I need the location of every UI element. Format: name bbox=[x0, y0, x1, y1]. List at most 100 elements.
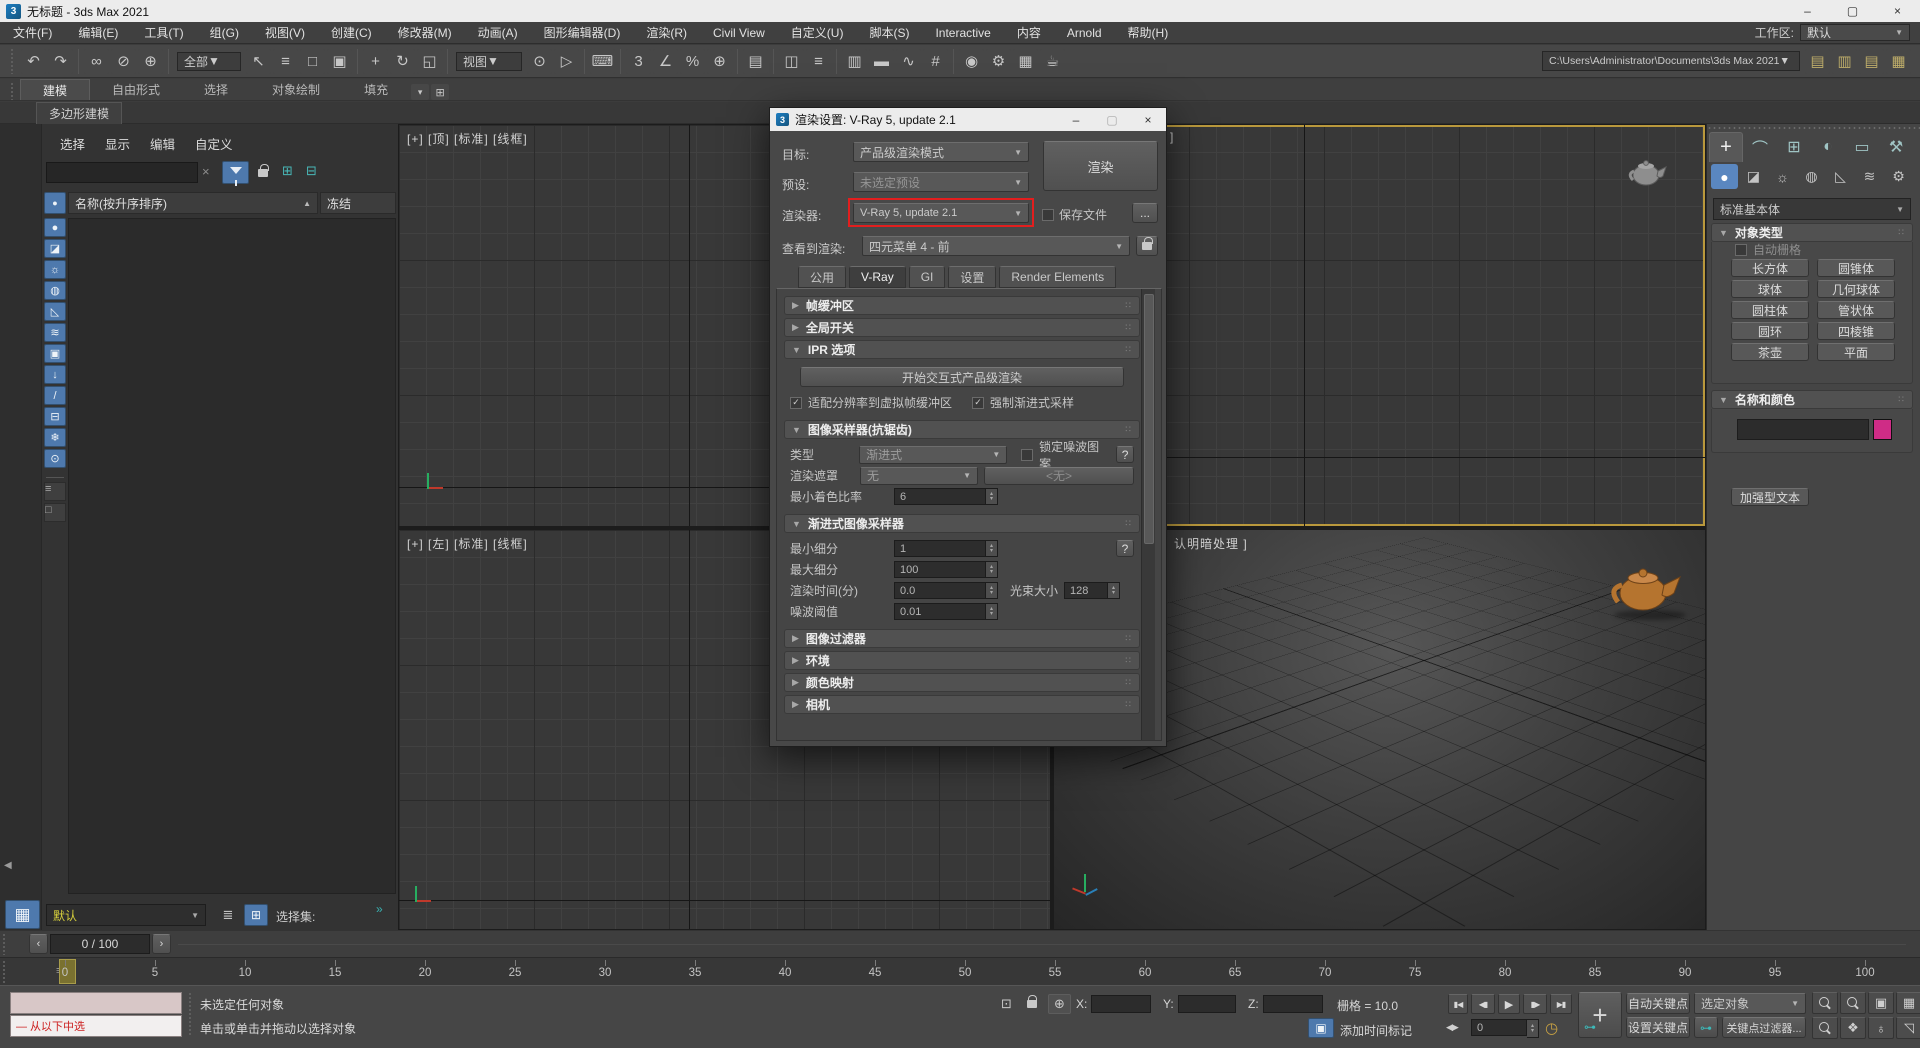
display-cameras-icon[interactable]: ◍ bbox=[44, 281, 66, 300]
track-bar-grip[interactable] bbox=[2, 960, 7, 983]
autogrid-checkbox[interactable]: 自动栅格 bbox=[1735, 241, 1801, 258]
menu-item[interactable]: 视图(V) bbox=[252, 22, 318, 44]
isolate-selection-icon[interactable]: ⊡ bbox=[995, 994, 1018, 1014]
zoom-all-icon[interactable] bbox=[1840, 992, 1866, 1014]
viewport-perspective-label[interactable]: 认明暗处理 ] bbox=[1174, 535, 1248, 552]
time-slider-track[interactable] bbox=[178, 944, 1906, 945]
menu-item[interactable]: 修改器(M) bbox=[385, 22, 465, 44]
use-pivot-point-center-icon[interactable]: ⊙ bbox=[527, 49, 552, 74]
menu-item[interactable]: 渲染(R) bbox=[633, 22, 700, 44]
header-geometry-icon[interactable]: ● bbox=[44, 192, 66, 214]
primitive-button-茶壶[interactable]: 茶壶 bbox=[1731, 343, 1809, 361]
zoom-extents-all-icon[interactable]: ▦ bbox=[1896, 992, 1920, 1014]
menu-item[interactable]: 创建(C) bbox=[318, 22, 385, 44]
pan-view-icon[interactable]: ❖ bbox=[1840, 1017, 1866, 1039]
maximize-viewport-toggle-icon[interactable]: ◹ bbox=[1896, 1017, 1920, 1039]
schematic-view-icon[interactable]: # bbox=[923, 49, 948, 74]
save-file-checkbox[interactable]: 保存文件 bbox=[1042, 206, 1107, 223]
add-time-tag[interactable]: 添加时间标记 bbox=[1340, 1022, 1412, 1039]
next-frame-slider-button[interactable]: › bbox=[152, 934, 171, 954]
primitive-button-几何球体[interactable]: 几何球体 bbox=[1817, 280, 1895, 298]
display-blank-icon[interactable]: □ bbox=[44, 503, 66, 522]
bind-to-space-warp-icon[interactable]: ⊕ bbox=[138, 49, 163, 74]
render-time-spinner[interactable]: 0.0 ▴ ▾ bbox=[894, 582, 998, 599]
cube-time-tag-icon[interactable]: ▣ bbox=[1308, 1018, 1334, 1038]
ribbon-tab-填充[interactable]: 填充 bbox=[342, 79, 410, 100]
explorer-menu-customize[interactable]: 自定义 bbox=[185, 132, 243, 155]
play-animation-icon[interactable]: ▶ bbox=[1498, 994, 1520, 1014]
display-tab-icon[interactable]: ▭ bbox=[1845, 132, 1879, 162]
set-key-button[interactable]: 设置关键点 bbox=[1626, 1017, 1690, 1038]
helpers-category-icon[interactable]: ◺ bbox=[1827, 164, 1854, 189]
tab-polygon-modeling[interactable]: 多边形建模 bbox=[36, 102, 122, 124]
display-containers-icon[interactable]: ⊟ bbox=[44, 407, 66, 426]
display-hidden-icon[interactable]: ⊙ bbox=[44, 449, 66, 468]
explorer-menu-display[interactable]: 显示 bbox=[95, 132, 140, 155]
teapot-object[interactable] bbox=[1606, 554, 1686, 616]
menu-item[interactable]: 自定义(U) bbox=[778, 22, 857, 44]
min-shading-rate-spinner[interactable]: 6 ▴ ▾ bbox=[894, 488, 998, 505]
primitive-button-圆柱体[interactable]: 圆柱体 bbox=[1731, 301, 1809, 319]
unlink-selection-icon[interactable]: ⊘ bbox=[111, 49, 136, 74]
dialog-title-bar[interactable]: 3 渲染设置: V-Ray 5, update 2.1 – ▢ × bbox=[770, 108, 1166, 131]
render-mask-dropdown[interactable]: 无 ▼ bbox=[860, 467, 978, 485]
rollout-相机[interactable]: ▶ 相机 ∷ bbox=[784, 695, 1140, 714]
display-helpers-icon[interactable]: ◺ bbox=[44, 302, 66, 321]
display-xrefs-icon[interactable]: ↓ bbox=[44, 365, 66, 384]
render-production-icon[interactable]: ☕ bbox=[1040, 49, 1065, 74]
zoom-extents-icon[interactable]: ▣ bbox=[1868, 992, 1894, 1014]
prev-next-key-icon[interactable]: ◀▶ bbox=[1446, 1022, 1458, 1033]
systems-category-icon[interactable]: ⚙ bbox=[1885, 164, 1912, 189]
undo-icon[interactable]: ↶ bbox=[21, 49, 46, 74]
lock-noise-checkbox[interactable] bbox=[1021, 449, 1033, 461]
primitive-button-球体[interactable]: 球体 bbox=[1731, 280, 1809, 298]
filter-funnel-button[interactable] bbox=[222, 161, 249, 184]
menu-item[interactable]: 内容 bbox=[1004, 22, 1054, 44]
select-and-link-icon[interactable]: ∞ bbox=[84, 49, 109, 74]
zoom-region-icon[interactable] bbox=[1812, 1017, 1838, 1039]
geometry-category-icon[interactable]: ● bbox=[1711, 164, 1738, 189]
viewport-left-label[interactable]: [+] [左] [标准] [线框] bbox=[407, 535, 528, 552]
rollout-object-type[interactable]: ▼ 对象类型 ∷ bbox=[1711, 223, 1913, 242]
previous-frame-slider-button[interactable]: ‹ bbox=[29, 934, 48, 954]
noise-threshold-spinner[interactable]: 0.01 ▴ ▾ bbox=[894, 603, 998, 620]
menu-item[interactable]: Arnold bbox=[1054, 22, 1115, 44]
next-frame-icon[interactable]: ▮▶ bbox=[1523, 994, 1547, 1014]
display-geometry-icon[interactable]: ● bbox=[44, 218, 66, 237]
render-button[interactable]: 渲染 bbox=[1043, 141, 1158, 191]
explorer-menu-edit[interactable]: 编辑 bbox=[140, 132, 185, 155]
auto-key-button[interactable]: 自动关键点 bbox=[1626, 993, 1690, 1014]
shapes-category-icon[interactable]: ◪ bbox=[1740, 164, 1767, 189]
snaps-toggle-icon[interactable]: 3 bbox=[626, 49, 651, 74]
viewport-layout-tabs-button[interactable]: ▦ bbox=[5, 900, 40, 929]
rollout-颜色映射[interactable]: ▶ 颜色映射 ∷ bbox=[784, 673, 1140, 692]
menu-item[interactable]: 文件(F) bbox=[0, 22, 65, 44]
menu-item[interactable]: Interactive bbox=[922, 22, 1003, 44]
toolbar-grip[interactable] bbox=[10, 48, 15, 74]
cameras-category-icon[interactable]: ◍ bbox=[1798, 164, 1825, 189]
display-bones-icon[interactable]: / bbox=[44, 386, 66, 405]
material-editor-icon[interactable]: ◉ bbox=[959, 49, 984, 74]
spinner-snap-toggle-icon[interactable]: ⊕ bbox=[707, 49, 732, 74]
display-shapes-icon[interactable]: ◪ bbox=[44, 239, 66, 258]
rollout-图像过滤器[interactable]: ▶ 图像过滤器 ∷ bbox=[784, 629, 1140, 648]
object-color-swatch[interactable] bbox=[1873, 419, 1892, 440]
help-button[interactable]: ? bbox=[1116, 446, 1134, 463]
rollout-name-color[interactable]: ▼ 名称和颜色 ∷ bbox=[1711, 390, 1913, 409]
keyboard-shortcut-override-icon[interactable]: ⌨ bbox=[590, 49, 615, 74]
set-key-big-button[interactable]: + ⊶ bbox=[1578, 992, 1622, 1038]
percent-snap-toggle-icon[interactable]: % bbox=[680, 49, 705, 74]
dialog-tab-GI[interactable]: GI bbox=[909, 266, 946, 288]
rollout-image-sampler[interactable]: ▼ 图像采样器(抗锯齿) ∷ bbox=[784, 420, 1140, 439]
modify-tab-icon[interactable]: ⌒ bbox=[1743, 132, 1777, 162]
maxscript-macro-recorder[interactable] bbox=[10, 992, 182, 1014]
column-header-frozen[interactable]: 冻结 bbox=[320, 192, 396, 214]
primitive-button-平面[interactable]: 平面 bbox=[1817, 343, 1895, 361]
column-header-name[interactable]: 名称(按升序排序) ▲ bbox=[68, 192, 318, 214]
redo-icon[interactable]: ↷ bbox=[48, 49, 73, 74]
frame-spinner[interactable]: ▴ ▾ bbox=[1527, 1019, 1539, 1038]
max-subdivs-spinner[interactable]: 100 ▴ ▾ bbox=[894, 561, 998, 578]
select-and-move-icon[interactable]: + bbox=[363, 49, 388, 74]
menu-item[interactable]: 图形编辑器(D) bbox=[531, 22, 634, 44]
start-interactive-render-button[interactable]: 开始交互式产品级渲染 bbox=[800, 367, 1124, 387]
